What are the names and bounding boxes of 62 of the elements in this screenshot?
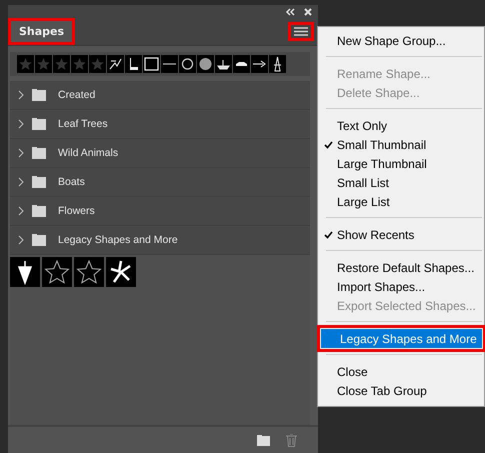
chevron-icon[interactable] <box>18 119 24 129</box>
group-name: Legacy Shapes and More <box>58 234 178 246</box>
shape-group-row[interactable]: Boats <box>10 168 310 197</box>
shape-thumbnail[interactable] <box>106 257 136 287</box>
check-icon <box>324 141 333 149</box>
menu-item[interactable]: Import Shapes... <box>318 277 426 296</box>
menu-item[interactable]: Close <box>318 362 368 381</box>
group-name: Wild Animals <box>58 147 118 159</box>
chevron-icon[interactable] <box>18 90 24 100</box>
folder-icon <box>32 118 46 130</box>
menu-item[interactable]: Legacy Shapes and More <box>321 329 482 348</box>
shape-thumbnail[interactable] <box>269 55 286 73</box>
shape-thumbnail[interactable] <box>74 257 104 287</box>
shape-thumbnail[interactable] <box>10 257 40 287</box>
group-name: Flowers <box>58 205 95 217</box>
check-icon <box>324 231 333 239</box>
shape-thumbnail[interactable] <box>53 55 70 73</box>
shape-group-row[interactable]: Legacy Shapes and More <box>10 226 310 255</box>
group-name: Created <box>58 89 96 101</box>
shape-group-row[interactable]: Flowers <box>10 197 310 226</box>
menu-item[interactable]: Restore Default Shapes... <box>318 258 474 277</box>
shape-thumbnail[interactable] <box>35 55 52 73</box>
group-name: Boats <box>58 176 85 188</box>
shape-group-row[interactable]: Wild Animals <box>10 139 310 168</box>
chevron-icon[interactable] <box>18 148 24 158</box>
menu-item[interactable]: Large Thumbnail <box>318 154 427 173</box>
folder-icon <box>32 176 46 188</box>
shape-thumbnail[interactable] <box>215 55 232 73</box>
menu-item[interactable]: Text Only <box>318 116 388 135</box>
shape-thumbnail[interactable] <box>197 55 214 73</box>
shape-thumbnail[interactable] <box>233 55 250 73</box>
shape-thumbnail[interactable] <box>143 55 160 73</box>
folder-icon <box>32 205 46 217</box>
shape-group-row[interactable]: Leaf Trees <box>10 110 310 139</box>
shape-thumbnail[interactable] <box>71 55 88 73</box>
chevron-icon[interactable] <box>18 235 24 245</box>
shape-thumbnail[interactable] <box>161 55 178 73</box>
menu-item[interactable]: Close Tab Group <box>318 381 427 400</box>
menu-item[interactable]: Small List <box>318 173 390 192</box>
folder-icon <box>32 89 46 101</box>
group-name: Leaf Trees <box>58 118 108 130</box>
chevron-icon[interactable] <box>18 177 24 187</box>
shape-thumbnail[interactable] <box>89 55 106 73</box>
menu-item[interactable]: New Shape Group... <box>318 31 446 50</box>
menu-item[interactable]: Small Thumbnail <box>318 135 426 154</box>
folder-icon <box>32 234 46 246</box>
menu-item[interactable]: Show Recents <box>318 225 414 244</box>
new-folder-icon[interactable] <box>257 434 270 446</box>
collapse-icon[interactable] <box>285 8 295 16</box>
shape-group-row[interactable]: Created <box>10 81 310 110</box>
shape-thumbnail[interactable] <box>251 55 268 73</box>
close-icon[interactable] <box>304 8 312 16</box>
shape-thumbnail[interactable] <box>125 55 142 73</box>
menu-item[interactable]: Large List <box>318 192 390 211</box>
folder-icon <box>32 147 46 159</box>
shape-thumbnail[interactable] <box>107 55 124 73</box>
shape-thumbnail[interactable] <box>42 257 72 287</box>
chevron-icon[interactable] <box>18 206 24 216</box>
panel-tab[interactable]: Shapes <box>11 21 72 42</box>
shape-thumbnail[interactable] <box>179 55 196 73</box>
menu-icon[interactable] <box>294 27 308 36</box>
shape-thumbnail[interactable] <box>17 55 34 73</box>
